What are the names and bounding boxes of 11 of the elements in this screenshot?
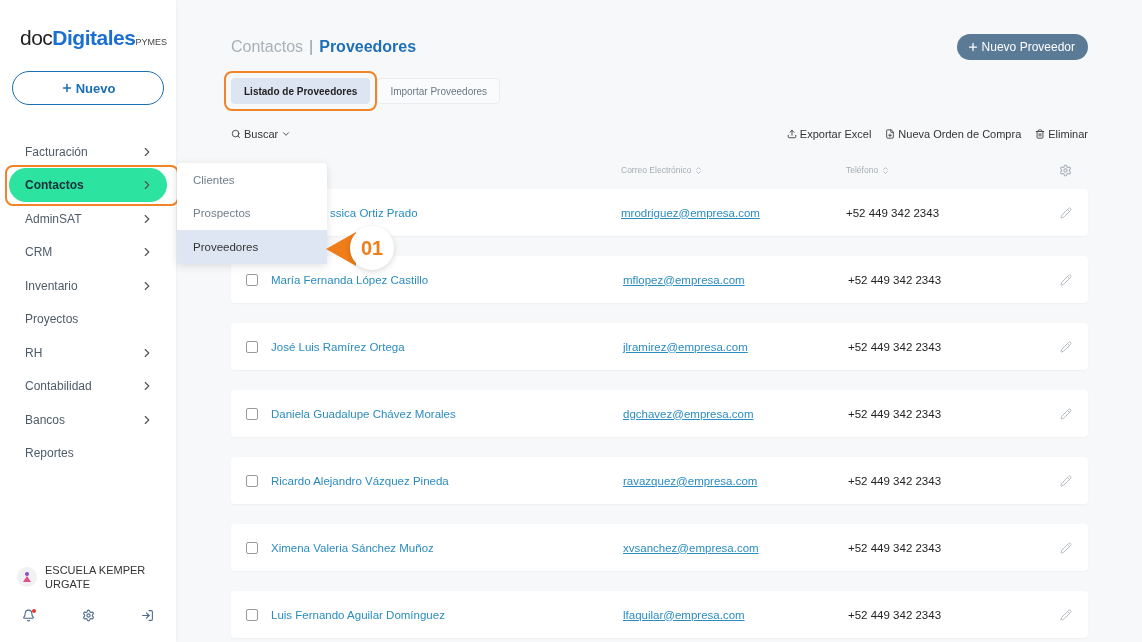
user-name: ESCUELA KEMPER URGATE [45,563,147,591]
page-title: Proveedores [319,38,417,56]
phone-number: +52 449 342 2343 [848,340,943,353]
phone-number: +52 449 342 2343 [848,474,943,487]
phone-number: +52 449 342 2343 [848,273,943,286]
logo: docDigitalesPYMES [19,25,168,51]
phone-number: +52 449 342 2343 [848,407,943,420]
phone-number: +52 449 342 2343 [848,608,943,621]
breadcrumb-separator: | [309,38,314,56]
phone-number: +52 449 342 2343 [846,206,941,219]
phone-number: +52 449 342 2343 [848,541,943,554]
